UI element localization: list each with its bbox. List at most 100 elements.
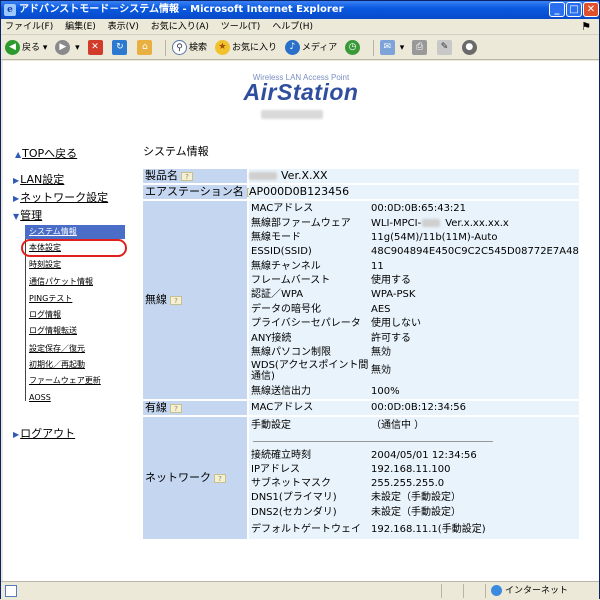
toolbar-divider xyxy=(372,40,374,56)
submenu-item-label[interactable]: 時刻設定 xyxy=(29,260,61,269)
submenu-item-label[interactable]: 本体設定 xyxy=(29,243,61,252)
nav-network-label: ネットワーク設定 xyxy=(20,191,109,204)
airstation-name-label-text: エアステーション名 xyxy=(145,185,244,198)
stop-button[interactable]: ✕ xyxy=(87,36,105,60)
submenu-item-label[interactable]: ログ情報 xyxy=(29,310,61,319)
submenu-item[interactable]: PINGテスト xyxy=(25,292,125,306)
submenu-item-label[interactable]: PINGテスト xyxy=(29,294,72,303)
submenu-item[interactable]: 設定保存／復元 xyxy=(25,342,125,356)
wireless-row-value-text: 100% xyxy=(371,386,400,397)
submenu-item[interactable]: 時刻設定 xyxy=(25,258,125,272)
submenu-item[interactable]: 本体設定 xyxy=(25,241,125,255)
home-icon: ⌂ xyxy=(137,40,153,55)
submenu-item-label[interactable]: AOSS xyxy=(29,393,51,402)
submenu-item-label[interactable]: 設定保存／復元 xyxy=(29,344,85,353)
messenger-button[interactable]: ● xyxy=(461,36,479,60)
wireless-row-value: 無効 xyxy=(371,346,391,360)
nav-lan[interactable]: ▶LAN設定 xyxy=(13,171,64,187)
submenu-item-label[interactable]: ファームウェア更新 xyxy=(29,376,101,385)
submenu-item-label[interactable]: 初期化／再起動 xyxy=(29,360,85,369)
wireless-row-label: 無線モード xyxy=(251,232,301,243)
close-button[interactable]: ✕ xyxy=(583,2,599,17)
search-label: 検索 xyxy=(189,43,208,53)
favorites-label: お気に入り xyxy=(231,43,277,53)
wireless-row-value-text: 48C904894E450C9C2C545D08772E7A48 xyxy=(371,246,579,257)
help-icon[interactable]: ? xyxy=(214,473,226,483)
submenu-item[interactable]: ファームウェア更新 xyxy=(25,374,125,388)
wireless-row-value: WLI-MPCI- Ver.x.xx.xx.x xyxy=(371,217,509,231)
wireless-row-value-text: 11 xyxy=(371,261,384,272)
help-icon[interactable]: ? xyxy=(181,171,193,181)
back-icon: ◀ xyxy=(5,40,20,55)
menu-file[interactable]: ファイル(F) xyxy=(5,22,53,32)
media-icon: ♪ xyxy=(284,40,300,55)
nav-admin[interactable]: ▼管理 xyxy=(13,207,42,223)
refresh-button[interactable]: ↻ xyxy=(112,36,129,60)
network-row: IPアドレス 192.168.11.100 xyxy=(251,463,577,477)
maximize-button[interactable]: □ xyxy=(566,2,582,17)
triangle-up-icon: ▲ xyxy=(15,150,22,159)
status-bar: インターネット xyxy=(1,581,599,599)
triangle-down-icon: ▼ xyxy=(13,212,20,221)
zone-label: インターネット xyxy=(505,586,569,596)
wireless-row: WDS(アクセスポイント間通信) 無効 xyxy=(251,360,577,382)
home-button[interactable]: ⌂ xyxy=(137,36,154,60)
airstation-name-text: AP000D0B123456 xyxy=(249,185,350,198)
wireless-row-value: 11g(54M)/11b(11M)-Auto xyxy=(371,231,497,245)
network-row-label: デフォルトゲートウェイ xyxy=(251,524,361,535)
wireless-row: 認証／WPA WPA-PSK xyxy=(251,288,577,302)
print-button[interactable]: ⎙ xyxy=(412,36,429,60)
edit-button[interactable]: ✎ xyxy=(436,36,454,60)
minimize-button[interactable]: _ xyxy=(549,2,565,17)
help-icon[interactable]: ? xyxy=(170,403,182,413)
status-divider xyxy=(463,584,464,598)
submenu-item-label[interactable]: 通信パケット情報 xyxy=(29,277,93,286)
menu-favorites[interactable]: お気に入り(A) xyxy=(151,22,209,32)
wireless-row-label: ANY接続 xyxy=(251,333,292,344)
wireless-row-label: プライバシーセパレータ xyxy=(251,318,361,329)
submenu-item[interactable]: 通信パケット情報 xyxy=(25,275,125,289)
triangle-right-icon: ▶ xyxy=(13,194,20,203)
media-button[interactable]: ♪ メディア xyxy=(284,36,338,60)
menu-view[interactable]: 表示(V) xyxy=(108,22,139,32)
network-label-text: ネットワーク xyxy=(145,471,211,484)
submenu-item-label[interactable]: ログ情報転送 xyxy=(29,326,77,335)
media-label: メディア xyxy=(301,43,338,53)
page-content: Wireless LAN Access Point AirStation ▲TO… xyxy=(3,61,599,581)
menu-edit[interactable]: 編集(E) xyxy=(65,22,96,32)
forward-button[interactable]: ▶ ▾ xyxy=(55,36,80,60)
status-divider xyxy=(441,584,442,598)
nav-top[interactable]: ▲TOPへ戻る xyxy=(15,145,77,161)
favorites-button[interactable]: ★ お気に入り xyxy=(214,36,277,60)
submenu-item[interactable]: ログ情報 xyxy=(25,308,125,322)
stop-icon: ✕ xyxy=(87,40,103,55)
submenu-item-label[interactable]: システム情報 xyxy=(29,227,77,236)
product-label-text: 製品名 xyxy=(145,169,178,182)
page-icon xyxy=(5,585,17,597)
menu-help[interactable]: ヘルプ(H) xyxy=(272,22,313,32)
network-row: デフォルトゲートウェイ 192.168.11.1(手動設定) xyxy=(251,523,577,537)
search-button[interactable]: ⚲ 検索 xyxy=(172,36,207,60)
nav-network[interactable]: ▶ネットワーク設定 xyxy=(13,189,108,205)
triangle-right-icon: ▶ xyxy=(13,176,20,185)
submenu-item[interactable]: ログ情報転送 xyxy=(25,324,125,338)
search-icon: ⚲ xyxy=(172,40,188,55)
airstation-name-value: AP000D0B123456 xyxy=(249,185,579,199)
wireless-row-value-text: 使用する xyxy=(371,275,411,286)
wireless-row-label: データの暗号化 xyxy=(251,304,321,315)
help-icon[interactable]: ? xyxy=(170,295,182,305)
windows-logo-icon: ⚑ xyxy=(581,20,591,33)
submenu-item[interactable]: システム情報 xyxy=(25,225,125,239)
history-button[interactable]: ◷ xyxy=(345,36,362,60)
wireless-row-value-text: 無効 xyxy=(371,347,391,358)
submenu-item[interactable]: 初期化／再起動 xyxy=(25,358,125,372)
airstation-logo: Wireless LAN Access Point AirStation xyxy=(3,61,599,131)
wireless-row: ESSID(SSID) 48C904894E450C9C2C545D08772E7… xyxy=(251,245,579,259)
mail-button[interactable]: ✉ ▾ xyxy=(379,36,404,60)
menu-tools[interactable]: ツール(T) xyxy=(221,22,261,32)
nav-logout[interactable]: ▶ログアウト xyxy=(13,425,75,441)
back-button[interactable]: ◀ 戻る ▾ xyxy=(5,36,47,60)
network-row-value: 192.168.11.1(手動設定) xyxy=(371,524,486,535)
network-row: DNS2(セカンダリ) 未設定（手動設定） xyxy=(251,506,577,520)
submenu-item[interactable]: AOSS xyxy=(25,391,125,405)
